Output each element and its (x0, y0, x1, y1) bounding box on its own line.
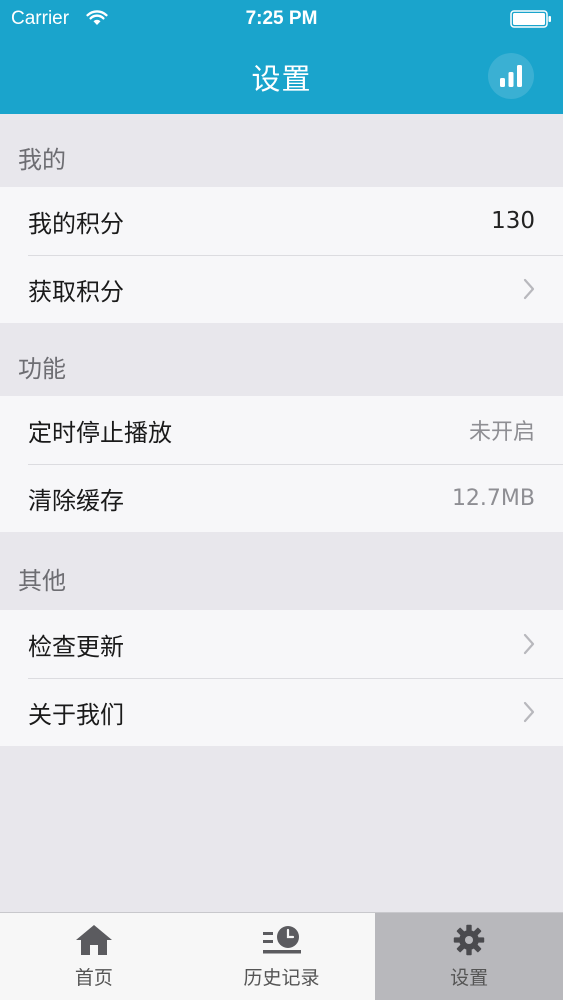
row-get-points[interactable]: 获取积分 (0, 255, 563, 323)
section-group-other: 检查更新 关于我们 (0, 610, 563, 746)
row-label: 获取积分 (28, 277, 124, 306)
section-group-features: 定时停止播放 未开启 清除缓存 12.7MB (0, 396, 563, 532)
chevron-right-icon (523, 701, 535, 723)
row-label: 关于我们 (28, 700, 124, 729)
status-time: 7:25 PM (245, 8, 318, 29)
sleep-timer-status: 未开启 (468, 420, 535, 445)
tab-history[interactable]: 历史记录 (188, 913, 376, 1000)
row-sleep-timer[interactable]: 定时停止播放 未开启 (0, 396, 563, 464)
row-label: 我的积分 (28, 209, 124, 238)
tab-label: 历史记录 (243, 967, 320, 989)
app-header: Carrier 7:25 PM 设置 (0, 0, 563, 114)
tab-bar: 首页 历史记录 设置 (0, 912, 563, 1000)
section-header-mine: 我的 (0, 114, 563, 187)
settings-list: 我的 我的积分 130 获取积分 功能 定时停止播放 未开启 清除缓存 12.7… (0, 114, 563, 746)
status-bar: Carrier 7:25 PM (0, 0, 563, 40)
section-header-features: 功能 (0, 323, 563, 396)
points-value: 130 (491, 208, 535, 234)
row-about-us[interactable]: 关于我们 (0, 678, 563, 746)
chevron-right-icon (523, 633, 535, 655)
history-icon (262, 926, 301, 954)
row-check-update[interactable]: 检查更新 (0, 610, 563, 678)
section-header-other: 其他 (0, 532, 563, 610)
tab-label: 首页 (74, 967, 113, 989)
battery-icon (510, 10, 552, 32)
row-label: 检查更新 (28, 632, 124, 661)
page-title: 设置 (251, 62, 312, 96)
tab-label: 设置 (450, 967, 489, 989)
tab-settings[interactable]: 设置 (375, 913, 563, 1000)
cache-size: 12.7MB (451, 485, 535, 511)
home-icon (75, 925, 112, 955)
bar-chart-icon (500, 65, 522, 87)
row-label: 清除缓存 (28, 486, 124, 515)
row-my-points[interactable]: 我的积分 130 (0, 187, 563, 255)
section-group-mine: 我的积分 130 获取积分 (0, 187, 563, 323)
row-clear-cache[interactable]: 清除缓存 12.7MB (0, 464, 563, 532)
stats-button[interactable] (488, 53, 534, 99)
tab-home[interactable]: 首页 (0, 913, 188, 1000)
row-label: 定时停止播放 (28, 418, 172, 447)
gear-icon (453, 924, 485, 956)
chevron-right-icon (523, 278, 535, 300)
